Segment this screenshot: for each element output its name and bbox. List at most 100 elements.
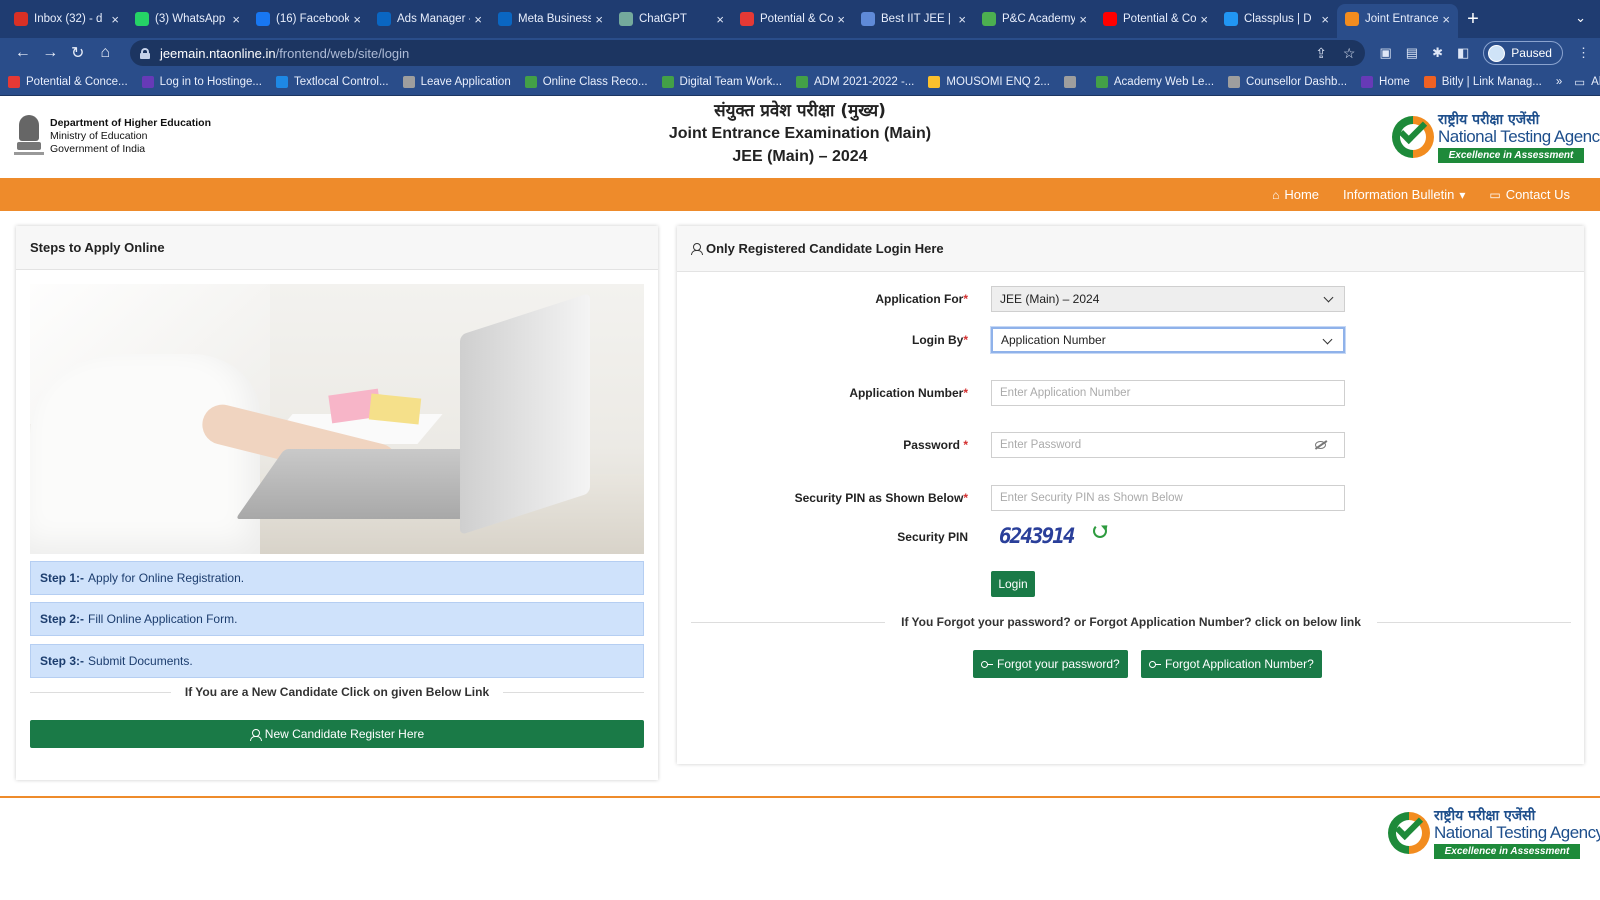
tab-label: Potential & Co xyxy=(760,13,834,25)
close-tab-icon[interactable]: × xyxy=(111,12,119,27)
close-tab-icon[interactable]: × xyxy=(232,12,240,27)
security-pin-field[interactable] xyxy=(991,485,1345,511)
browser-tab[interactable]: P&C Academy × xyxy=(974,4,1095,34)
close-tab-icon[interactable]: × xyxy=(716,12,724,27)
close-tab-icon[interactable]: × xyxy=(958,12,966,27)
application-for-select[interactable]: JEE (Main) – 2024 xyxy=(991,286,1345,312)
close-tab-icon[interactable]: × xyxy=(595,12,603,27)
reload-icon[interactable]: ↻ xyxy=(65,41,90,65)
password-field[interactable] xyxy=(991,432,1345,458)
browser-tab[interactable]: Best IIT JEE | × xyxy=(853,4,974,34)
extension-icon[interactable]: ▤ xyxy=(1406,45,1418,61)
browser-tab[interactable]: Potential & Co × xyxy=(732,4,853,34)
puzzle-extensions-icon[interactable]: ✱ xyxy=(1432,45,1443,61)
application-number-input[interactable] xyxy=(1000,381,1344,405)
profile-button[interactable]: Paused xyxy=(1483,41,1563,65)
nav-information-bulletin[interactable]: Information Bulletin ▾ xyxy=(1343,187,1465,202)
close-tab-icon[interactable]: × xyxy=(1079,12,1087,27)
close-tab-icon[interactable]: × xyxy=(474,12,482,27)
footer-nta-logo: राष्ट्रीय परीक्षा एजेंसी National Testin… xyxy=(1388,806,1600,860)
side-panel-icon[interactable]: ◧ xyxy=(1457,45,1469,61)
bookmark-item[interactable]: Counsellor Dashb... xyxy=(1228,75,1348,88)
close-tab-icon[interactable]: × xyxy=(837,12,845,27)
bookmark-favicon-icon xyxy=(141,75,154,88)
browser-tab[interactable]: Inbox (32) - d × xyxy=(6,4,127,34)
potential-icon xyxy=(740,12,754,26)
bookmark-item[interactable]: Potential & Conce... xyxy=(8,75,128,88)
address-bar[interactable]: jeemain.ntaonline.in/frontend/web/site/l… xyxy=(129,40,1366,66)
tab-label: P&C Academy xyxy=(1002,13,1076,25)
browser-tab[interactable]: (3) WhatsApp × xyxy=(127,4,248,34)
youtube-icon xyxy=(1103,12,1117,26)
bookmark-item[interactable]: MOUSOMI ENQ 2... xyxy=(928,75,1050,88)
bookmark-item[interactable]: Digital Team Work... xyxy=(661,75,782,88)
tab-label: Best IIT JEE | xyxy=(881,13,951,25)
forgot-password-label: Forgot your password? xyxy=(997,657,1120,671)
key-icon xyxy=(1149,660,1161,668)
bookmarks-overflow-icon[interactable]: » xyxy=(1556,76,1562,88)
forgot-application-number-button[interactable]: Forgot Application Number? xyxy=(1141,650,1322,678)
bookmark-item[interactable]: Leave Application xyxy=(402,75,511,88)
back-arrow-icon[interactable]: ← xyxy=(10,41,35,65)
bookmark-item[interactable]: Log in to Hostinge... xyxy=(141,75,262,88)
title-year: JEE (Main) – 2024 xyxy=(732,148,868,165)
forward-arrow-icon[interactable]: → xyxy=(37,41,62,65)
nta-english-name: National Testing Agency xyxy=(1434,823,1600,842)
bookmark-star-icon[interactable]: ☆ xyxy=(1343,45,1356,62)
bookmark-label: Potential & Conce... xyxy=(26,75,128,88)
close-tab-icon[interactable]: × xyxy=(353,12,361,27)
nta-icon xyxy=(1345,12,1359,26)
bookmark-label: Academy Web Le... xyxy=(1113,75,1215,88)
nav-contact-label: Contact Us xyxy=(1505,187,1570,202)
browser-tab[interactable]: ChatGPT × xyxy=(611,4,732,34)
login-by-value: Application Number xyxy=(1001,333,1106,347)
password-row: Password * xyxy=(677,432,1584,458)
browser-tab[interactable]: Meta Business × xyxy=(490,4,611,34)
all-bookmarks-folder[interactable]: ▭ All Bookmarks xyxy=(1574,75,1600,89)
close-tab-icon[interactable]: × xyxy=(1442,12,1450,27)
tab-label: ChatGPT xyxy=(639,13,687,25)
browser-tab[interactable]: Joint Entrance × xyxy=(1337,4,1458,38)
browser-tab[interactable]: Potential & Co × xyxy=(1095,4,1216,34)
bookmark-item[interactable]: ADM 2021-2022 -... xyxy=(796,75,914,88)
bookmark-label: Counsellor Dashb... xyxy=(1246,75,1348,88)
login-button[interactable]: Login xyxy=(991,571,1035,597)
bookmark-favicon-icon xyxy=(1095,75,1108,88)
avatar xyxy=(1488,44,1506,62)
step-3: Step 3:- Submit Documents. xyxy=(30,644,644,678)
forgot-password-button[interactable]: Forgot your password? xyxy=(973,650,1128,678)
nav-home-label: Home xyxy=(1284,187,1320,202)
bookmark-item[interactable]: Online Class Reco... xyxy=(524,75,648,88)
bookmark-item[interactable]: Bitly | Link Manag... xyxy=(1423,75,1542,88)
close-tab-icon[interactable]: × xyxy=(1200,12,1208,27)
forgot-appno-label: Forgot Application Number? xyxy=(1165,657,1314,671)
bookmark-item[interactable] xyxy=(1063,75,1082,88)
bookmark-item[interactable]: Academy Web Le... xyxy=(1095,75,1215,88)
eye-slash-icon[interactable] xyxy=(1315,441,1326,449)
nav-contact-us[interactable]: ▭ Contact Us xyxy=(1489,187,1570,202)
globe-icon xyxy=(861,12,875,26)
bookmark-item[interactable]: Home xyxy=(1361,75,1410,88)
security-pin-input[interactable] xyxy=(1000,486,1344,510)
browser-menu-icon[interactable]: ⋮ xyxy=(1577,45,1590,61)
password-input[interactable] xyxy=(1000,433,1344,457)
bookmark-favicon-icon xyxy=(796,75,809,88)
browser-tab[interactable]: Ads Manager - × xyxy=(369,4,490,34)
new-tab-button[interactable]: + xyxy=(1458,4,1488,34)
step-text: Apply for Online Registration. xyxy=(88,571,245,585)
close-tab-icon[interactable]: × xyxy=(1321,12,1329,27)
login-by-select[interactable]: Application Number xyxy=(991,327,1345,353)
home-icon[interactable]: ⌂ xyxy=(92,41,117,65)
extension-icon[interactable]: ▣ xyxy=(1379,45,1391,61)
share-icon[interactable]: ⇪ xyxy=(1315,45,1327,62)
nav-home[interactable]: ⌂ Home xyxy=(1272,187,1319,202)
new-candidate-register-button[interactable]: New Candidate Register Here xyxy=(30,720,644,748)
browser-tab[interactable]: (16) Facebook × xyxy=(248,4,369,34)
bookmark-item[interactable]: Textlocal Control... xyxy=(275,75,389,88)
refresh-captcha-icon[interactable] xyxy=(1093,524,1107,538)
bookmark-favicon-icon xyxy=(1361,75,1374,88)
tab-list-chevron-icon[interactable]: ⌄ xyxy=(1575,10,1586,26)
browser-tab[interactable]: Classplus | D × xyxy=(1216,4,1337,34)
bookmark-label: Leave Application xyxy=(420,75,511,88)
application-number-field[interactable] xyxy=(991,380,1345,406)
